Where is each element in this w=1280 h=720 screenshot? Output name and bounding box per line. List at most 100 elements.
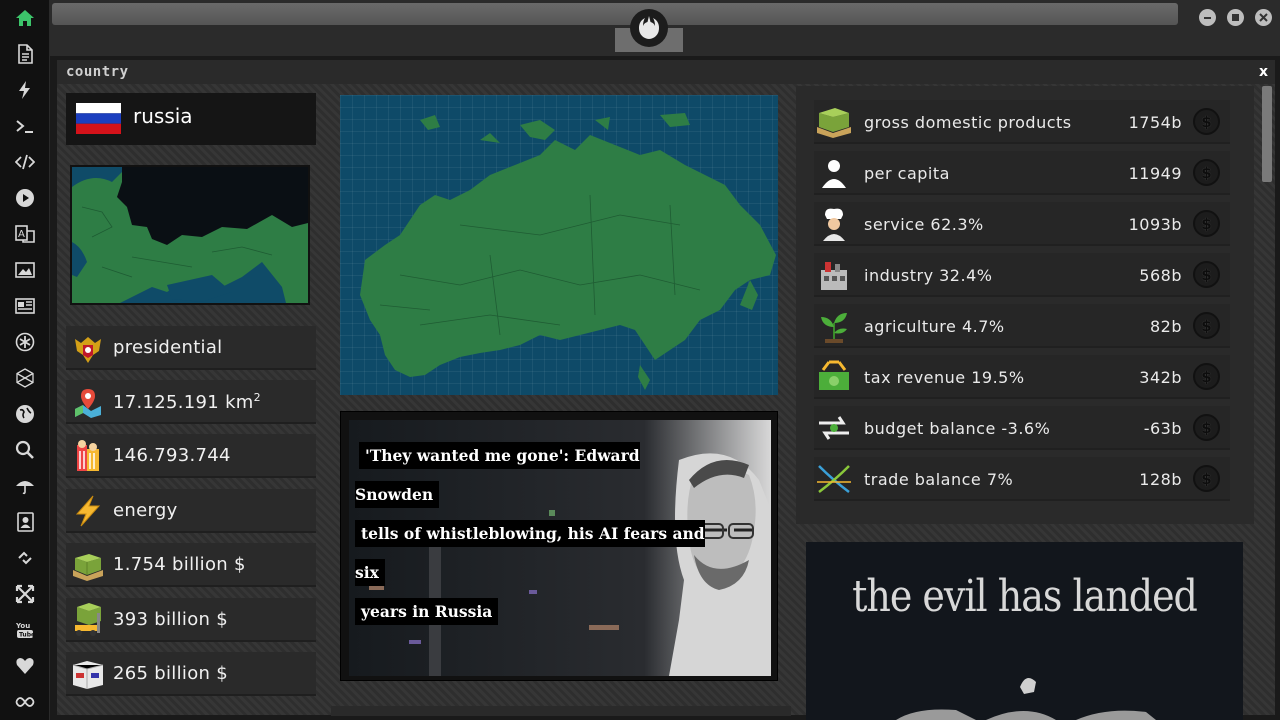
energy-bolt-icon	[71, 494, 105, 528]
hexagon-icon[interactable]	[13, 366, 37, 390]
tax-money-icon	[814, 359, 854, 395]
dollar-icon[interactable]: $	[1193, 312, 1220, 339]
info-row-government: presidential	[66, 326, 316, 370]
dollar-icon[interactable]: $	[1193, 465, 1220, 492]
image-icon[interactable]	[13, 258, 37, 282]
person-icon	[814, 155, 854, 191]
news-card[interactable]: 'They wanted me gone': Edward Snowden te…	[340, 411, 778, 681]
terminal-icon[interactable]	[13, 114, 37, 138]
dollar-icon[interactable]: $	[1193, 159, 1220, 186]
dollar-symbol: $	[1201, 214, 1212, 233]
document-icon[interactable]	[13, 42, 37, 66]
gdp-value: 1.754 billion $	[113, 554, 246, 575]
stat-label: tax revenue 19.5%	[864, 368, 1025, 387]
dollar-symbol: $	[1201, 316, 1212, 335]
svg-text:Tube: Tube	[19, 632, 35, 639]
stat-label: industry 32.4%	[864, 266, 993, 285]
search-icon[interactable]	[13, 438, 37, 462]
dollar-symbol: $	[1201, 469, 1212, 488]
map-pin-icon	[71, 385, 105, 419]
stat-value: 1754b	[1128, 113, 1182, 132]
dollar-icon[interactable]: $	[1193, 261, 1220, 288]
stat-row-tax: tax revenue 19.5% 342b $	[814, 355, 1230, 399]
exports-value: 393 billion $	[113, 609, 229, 630]
stat-label: service 62.3%	[864, 215, 984, 234]
translate-icon[interactable]: A	[13, 222, 37, 246]
minimize-button[interactable]	[1199, 9, 1216, 26]
coat-of-arms-icon	[71, 331, 105, 365]
headline-line-3: years in Russia	[355, 598, 499, 625]
info-row-energy: energy	[66, 489, 316, 533]
stat-row-per-capita: per capita 11949 $	[814, 151, 1230, 195]
stat-row-trade: trade balance 7% 128b $	[814, 457, 1230, 501]
stat-value: 1093b	[1128, 215, 1182, 234]
contact-card-icon[interactable]	[13, 510, 37, 534]
panel-header	[57, 60, 1275, 84]
svg-text:A: A	[18, 229, 25, 240]
stat-row-agriculture: agriculture 4.7% 82b $	[814, 304, 1230, 348]
money-stack-icon	[71, 548, 105, 582]
dollar-icon[interactable]: $	[1193, 414, 1220, 441]
asterisk-badge-icon[interactable]	[13, 330, 37, 354]
trade-cross-icon	[814, 461, 854, 497]
location-minimap[interactable]	[70, 165, 310, 305]
infinity-icon[interactable]	[13, 690, 37, 714]
news-headline: 'They wanted me gone': Edward Snowden te…	[355, 436, 715, 631]
money-stack-icon	[814, 104, 854, 140]
dollar-icon[interactable]: $	[1193, 363, 1220, 390]
country-map[interactable]	[340, 95, 778, 395]
play-icon[interactable]	[13, 186, 37, 210]
newspaper-icon[interactable]	[13, 294, 37, 318]
dollar-icon[interactable]: $	[1193, 210, 1220, 237]
code-icon[interactable]	[13, 150, 37, 174]
stat-label: per capita	[864, 164, 950, 183]
info-row-exports: 393 billion $	[66, 598, 316, 642]
stat-row-budget: budget balance -3.6% -63b $	[814, 406, 1230, 450]
headline-line-1: 'They wanted me gone': Edward Snowden	[355, 442, 640, 508]
promo-poster[interactable]: the evil has landed	[806, 542, 1243, 720]
heart-icon[interactable]	[13, 654, 37, 678]
link-chain-icon[interactable]	[13, 546, 37, 570]
scrollbar-thumb[interactable]	[1262, 86, 1272, 182]
expand-arrows-icon[interactable]	[13, 582, 37, 606]
export-forklift-icon	[71, 603, 105, 637]
stat-value: 342b	[1139, 368, 1182, 387]
panel-close-button[interactable]: x	[1259, 64, 1268, 80]
dollar-symbol: $	[1201, 163, 1212, 182]
stat-label: budget balance -3.6%	[864, 419, 1051, 438]
energy-label: energy	[113, 500, 178, 521]
chef-icon	[814, 206, 854, 242]
stat-row-service: service 62.3% 1093b $	[814, 202, 1230, 246]
factory-icon	[814, 257, 854, 293]
stat-value: 128b	[1139, 470, 1182, 489]
dollar-symbol: $	[1201, 112, 1212, 131]
rebel-alliance-logo-icon[interactable]	[630, 9, 668, 47]
poster-art	[896, 678, 1156, 720]
stat-row-industry: industry 32.4% 568b $	[814, 253, 1230, 297]
plant-icon	[814, 308, 854, 344]
close-window-button[interactable]	[1255, 9, 1272, 26]
youtube-icon[interactable]: You Tube	[13, 618, 37, 642]
country-name: russia	[133, 104, 193, 128]
top-search-bar[interactable]	[52, 3, 1178, 25]
maximize-button[interactable]	[1227, 9, 1244, 26]
news-image: 'They wanted me gone': Edward Snowden te…	[349, 420, 771, 676]
lightning-icon[interactable]	[13, 78, 37, 102]
import-boxes-icon	[71, 657, 105, 691]
globe-icon[interactable]	[13, 402, 37, 426]
dollar-symbol: $	[1201, 265, 1212, 284]
dollar-symbol: $	[1201, 367, 1212, 386]
stat-value: -63b	[1143, 419, 1182, 438]
home-icon[interactable]	[13, 6, 37, 30]
stat-row-gdp: gross domestic products 1754b $	[814, 100, 1230, 144]
dollar-icon[interactable]: $	[1193, 108, 1220, 135]
headline-line-2: tells of whistleblowing, his AI fears an…	[355, 520, 705, 586]
info-row-gdp: 1.754 billion $	[66, 543, 316, 587]
umbrella-icon[interactable]	[13, 474, 37, 498]
stat-label: trade balance 7%	[864, 470, 1014, 489]
stat-label: agriculture 4.7%	[864, 317, 1005, 336]
area-value: 17.125.191 km	[113, 392, 254, 413]
app-sidebar: A You Tube	[0, 0, 50, 720]
bottom-strip	[331, 706, 791, 716]
panel-title: country	[66, 64, 129, 80]
